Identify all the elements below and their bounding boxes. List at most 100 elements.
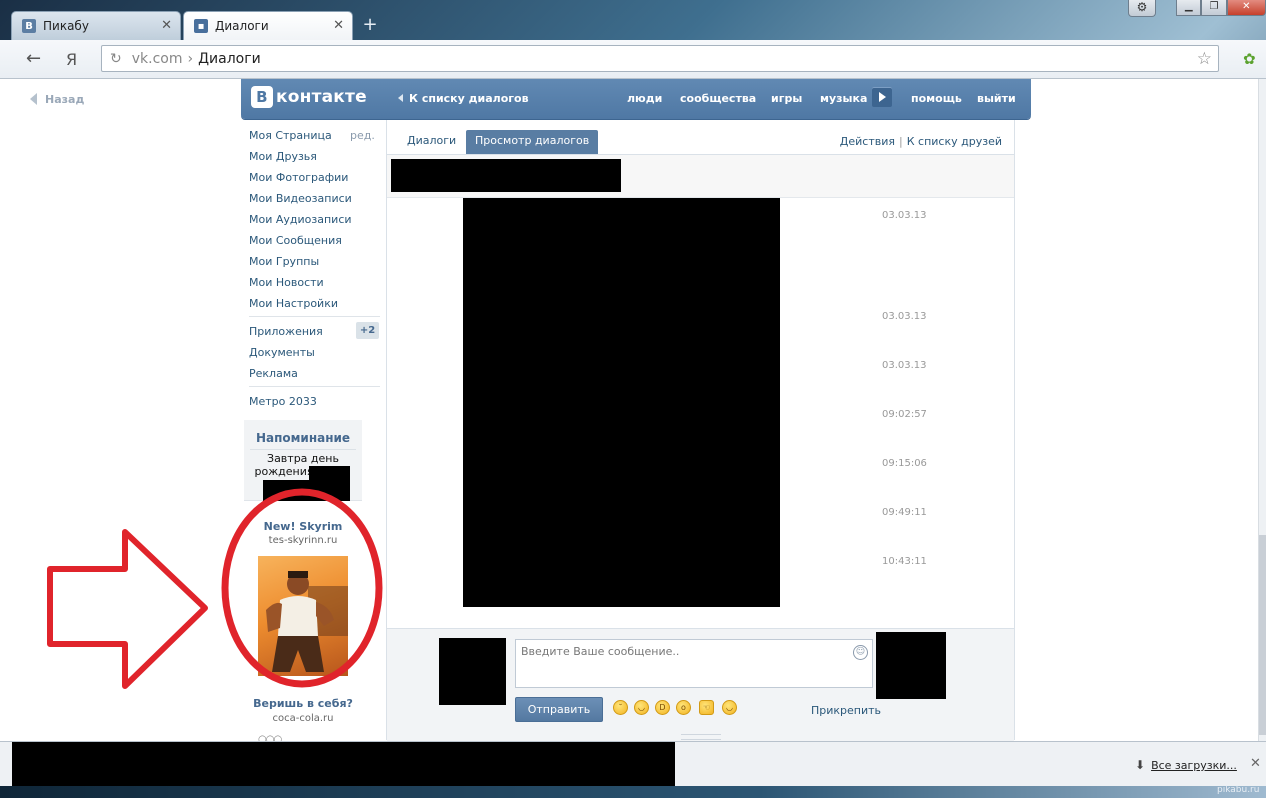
blush-emoji-icon[interactable]: ◡ [722,700,737,715]
friends-list-link[interactable]: К списку друзей [907,135,1002,148]
menu-my-groups[interactable]: Мои Группы [249,255,319,268]
message-time: 10:43:11 [882,556,927,567]
maximize-icon[interactable]: ❐ [1201,0,1227,16]
bookmark-star-icon[interactable]: ☆ [1197,49,1212,69]
menu-apps[interactable]: Приложения [249,325,323,338]
browser-toolbar: ← Я ↻ vk.com › Диалоги ☆ ✿ [0,40,1266,79]
menu-my-audio[interactable]: Мои Аудиозаписи [249,213,352,226]
nav-help[interactable]: помощь [911,92,962,105]
back-to-dialogs-link[interactable]: К списку диалогов [398,92,529,105]
browser-tabstrip: B Пикабу ✕ ▪ Диалоги ✕ + ⚙ ▁ ❐ ✕ [0,0,1266,40]
tab-dialog-view[interactable]: Просмотр диалогов [466,130,599,154]
back-link[interactable]: Назад [30,93,84,106]
nav-games[interactable]: игры [771,92,802,105]
menu-my-settings[interactable]: Мои Настройки [249,297,338,310]
chevron-left-icon [398,94,403,102]
message-input[interactable]: Введите Ваше сообщение.. ☺ [515,639,873,688]
message-history: 03.03.13 03.03.13 03.03.13 09:02:57 09:1… [387,198,1014,628]
menu-my-messages[interactable]: Мои Сообщения [249,234,342,247]
menu-divider [249,386,380,387]
minimize-icon[interactable]: ▁ [1176,0,1202,16]
message-time: 09:49:11 [882,507,927,518]
tab-pikabu-close-icon[interactable]: ✕ [161,18,172,33]
refresh-icon[interactable]: ↻ [110,51,122,67]
vk-header: B контакте К списку диалогов люди сообще… [241,79,1031,119]
dialog-actions: Действия | К списку друзей [840,135,1002,148]
actions-divider: | [899,135,903,148]
new-tab-button[interactable]: + [360,14,380,35]
address-title: Диалоги [198,50,261,67]
ad-image[interactable] [258,556,348,676]
dialog-peer-bar [387,155,1014,198]
close-shelf-icon[interactable]: ✕ [1250,756,1261,771]
menu-my-videos[interactable]: Мои Видеозаписи [249,192,352,205]
yandex-button[interactable]: Я [66,50,77,69]
nav-music[interactable]: музыка [820,92,867,105]
nav-communities[interactable]: сообщества [680,92,756,105]
all-downloads-link[interactable]: ⬇ Все загрузки... [1135,758,1237,772]
ok-hand-emoji-icon[interactable]: o [676,700,691,715]
ad-character-illustration [266,571,348,672]
back-to-dialogs-label: К списку диалогов [409,92,529,105]
vk-logo-text: контакте [276,87,367,107]
ad-domain: tes-skyrinn.ru [268,535,338,546]
downloads-shelf: ⬇ Все загрузки... ✕ [0,741,1266,787]
page-scrollbar-thumb[interactable] [1259,535,1266,735]
laugh-emoji-icon[interactable]: D [655,700,670,715]
message-time: 03.03.13 [882,210,927,221]
pointing-hand-emoji-icon[interactable]: ☜ [699,700,714,715]
vk-logo[interactable]: B контакте [251,86,367,108]
tab-pikabu-label: Пикабу [43,19,89,33]
ad-title[interactable]: Веришь в себя? [244,697,362,710]
ad-title[interactable]: New! Skyrim [244,520,362,533]
menu-my-friends[interactable]: Мои Друзья [249,150,317,163]
taskbar-strip [0,786,1266,798]
message-time: 03.03.13 [882,311,927,322]
tab-dialogs-list[interactable]: Диалоги [398,130,465,154]
menu-edit-link[interactable]: ред. [350,129,375,142]
close-window-icon[interactable]: ✕ [1226,0,1266,16]
menu-my-news[interactable]: Мои Новости [249,276,324,289]
redacted-download-item [12,742,675,787]
smile-icon[interactable]: ☺ [853,645,868,660]
resize-handle[interactable] [681,734,721,740]
vk-logo-letter: B [251,86,273,108]
menu-my-photos[interactable]: Мои Фотографии [249,171,348,184]
menu-ads[interactable]: Реклама [249,367,298,380]
apps-badge[interactable]: +2 [356,322,379,339]
dialog-panel: Диалоги Просмотр диалогов Действия | К спи… [386,120,1015,741]
tab-dialogs[interactable]: ▪ Диалоги ✕ [183,11,353,40]
watermark: pikabu.ru [1217,785,1260,795]
download-arrow-icon: ⬇ [1135,758,1146,772]
play-icon[interactable] [872,87,892,107]
page-viewport: Назад B контакте К списку диалогов люди … [0,79,1258,741]
redacted-my-avatar [439,638,506,705]
menu-documents[interactable]: Документы [249,346,315,359]
tab-dialogs-close-icon[interactable]: ✕ [333,18,344,33]
redacted-name [263,480,350,501]
message-input-placeholder: Введите Ваше сообщение.. [521,645,680,658]
actions-link[interactable]: Действия [840,135,895,148]
extension-icon[interactable]: ✿ [1243,50,1256,68]
tab-dialogs-label: Диалоги [215,19,269,33]
back-arrow-icon[interactable]: ← [26,48,41,69]
attach-link[interactable]: Прикрепить [811,704,881,717]
window-controls: ▁ ❐ ✕ [1176,0,1266,16]
back-arrow-icon [30,93,37,105]
send-button[interactable]: Отправить [515,697,603,722]
dialog-tabs: Диалоги Просмотр диалогов Действия | К спи… [387,120,1014,155]
menu-my-page[interactable]: Моя Страница [249,129,332,142]
message-time: 09:02:57 [882,409,927,420]
ad-domain: coca-cola.ru [272,713,334,724]
nav-logout[interactable]: выйти [977,92,1016,105]
gear-icon[interactable]: ⚙ [1128,0,1156,17]
kiss-emoji-icon[interactable]: ˘ [613,700,628,715]
address-separator: › [187,50,194,67]
address-bar[interactable]: ↻ vk.com › Диалоги ☆ [101,45,1219,72]
menu-app-metro[interactable]: Метро 2033 [249,395,317,408]
smile-emoji-icon[interactable]: ◡ [634,700,649,715]
tab-pikabu[interactable]: B Пикабу ✕ [11,11,181,40]
nav-people[interactable]: люди [627,92,662,105]
address-host: vk.com [131,50,183,67]
redacted-peer-avatar [876,632,946,699]
